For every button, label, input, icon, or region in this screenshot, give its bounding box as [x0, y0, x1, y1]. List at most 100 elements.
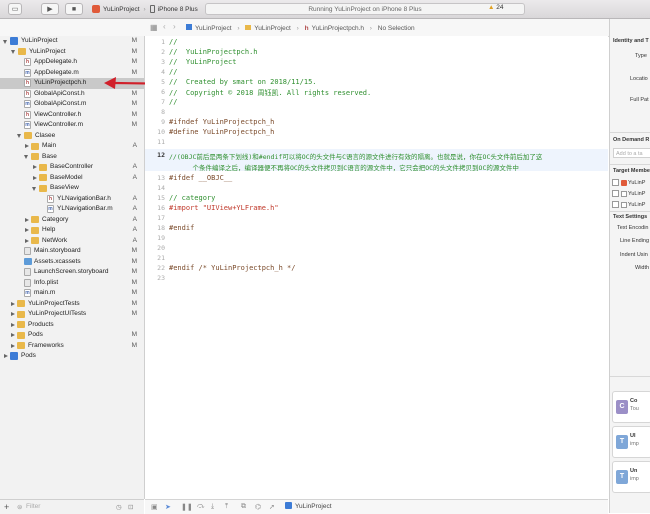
disclosure-closed-icon[interactable] [11, 322, 15, 327]
disclosure-closed-icon[interactable] [11, 343, 15, 348]
breakpoints-toggle-icon[interactable]: ➤ [165, 503, 171, 511]
code-line-wrapped: 个条件编译之后，编译器便不再将OC的头文件拷贝到C语言的源文件中，它只会把OC的… [169, 164, 519, 172]
hide-debug-area-icon[interactable]: ▣ [151, 503, 158, 511]
library-item[interactable]: T Un imp [612, 461, 650, 493]
line-number: 22 [157, 264, 165, 272]
nav-row-label: YLNavigationBar.h [57, 194, 111, 202]
stop-button[interactable]: ■ [65, 3, 83, 15]
checkbox[interactable] [612, 190, 619, 197]
nav-row-group[interactable]: Main A [0, 141, 144, 152]
nav-row-file[interactable]: m ViewController.m M [0, 120, 144, 131]
nav-row-group[interactable]: Category A [0, 215, 144, 226]
scm-filter-icon[interactable]: ⊡ [128, 503, 133, 511]
disclosure-closed-icon[interactable] [11, 312, 15, 316]
nav-row-file[interactable]: h ViewController.h M [0, 110, 144, 121]
app-target-icon [620, 179, 627, 186]
target-row[interactable]: YuLinP [612, 190, 645, 197]
breadcrumb-file[interactable]: YuLinProjectpch.h [312, 25, 364, 32]
breadcrumb-symbol[interactable]: No Selection [378, 25, 415, 32]
disclosure-closed-icon[interactable] [4, 354, 8, 358]
disclosure-closed-icon[interactable] [33, 165, 37, 169]
disclosure-open-icon[interactable] [17, 134, 21, 138]
disclosure-closed-icon[interactable] [25, 217, 29, 222]
chevron-right-icon: › [143, 5, 146, 13]
nav-row-label: ViewController.h [34, 110, 82, 118]
resource-tags-input[interactable]: Add to a ta [613, 148, 650, 158]
disclosure-closed-icon[interactable] [33, 175, 37, 180]
checkbox[interactable] [612, 201, 619, 208]
nav-row-file[interactable]: Main.storyboard M [0, 246, 144, 257]
back-icon[interactable]: ‹ [163, 22, 166, 31]
memory-graph-icon[interactable]: ⌬ [255, 503, 261, 511]
disclosure-open-icon[interactable] [11, 50, 15, 54]
library-item-icon: T [616, 470, 628, 484]
line-number-current: 12 [157, 151, 165, 159]
library-item[interactable]: C Co Tou [612, 391, 650, 423]
step-out-icon[interactable]: ⤒ [225, 503, 228, 511]
nav-row-file[interactable]: Info.plist M [0, 278, 144, 289]
nav-row-file[interactable]: m YLNavigationBar.m A [0, 204, 144, 215]
checkbox[interactable] [612, 179, 619, 186]
target-row[interactable]: YuLinP [612, 201, 645, 208]
nav-row-file[interactable]: h AppDelegate.h M [0, 57, 144, 68]
code-line: // YuLinProjectpch.h [169, 48, 258, 56]
disclosure-open-icon[interactable] [3, 39, 7, 44]
view-debugger-icon[interactable]: ⧉ [241, 503, 246, 511]
nav-row-group[interactable]: Base [0, 152, 144, 163]
nav-row-group[interactable]: Frameworks M [0, 341, 144, 352]
run-button[interactable]: ▶ [41, 3, 59, 15]
nav-row-file[interactable]: LaunchScreen.storyboard M [0, 267, 144, 278]
breadcrumb-project[interactable]: YuLinProject [195, 25, 232, 32]
nav-row-file[interactable]: m GlobalApiConst.m M [0, 99, 144, 110]
grid-icon[interactable]: ▦ [150, 23, 158, 32]
forward-icon[interactable]: › [173, 22, 176, 31]
breadcrumb-group[interactable]: YuLinProject [254, 25, 291, 32]
nav-row-group[interactable]: Pods M [0, 330, 144, 341]
nav-row-group[interactable]: BaseView [0, 183, 144, 194]
scm-badge: M [131, 247, 137, 254]
disclosure-closed-icon[interactable] [25, 238, 29, 243]
nav-row-group[interactable]: BaseModel A [0, 173, 144, 184]
target-name: YuLinP [627, 190, 646, 197]
add-icon[interactable]: + [4, 502, 9, 512]
nav-row-file[interactable]: h YLNavigationBar.h A [0, 194, 144, 205]
disclosure-closed-icon[interactable] [11, 301, 15, 306]
filter-input[interactable]: Filter [26, 503, 40, 510]
disclosure-closed-icon[interactable] [11, 333, 15, 337]
disclosure-closed-icon[interactable] [25, 144, 29, 148]
location-icon[interactable]: ➚ [269, 503, 275, 511]
nav-row-label: Assets.xcassets [34, 257, 81, 265]
source-editor[interactable]: 1 // 2 // YuLinProjectpch.h 3 // YuLinPr… [145, 36, 608, 499]
nav-row-project-pods[interactable]: Pods [0, 351, 144, 362]
debug-target-label[interactable]: YuLinProject [295, 503, 332, 510]
nav-row-group[interactable]: BaseController A [0, 162, 144, 173]
disclosure-open-icon[interactable] [24, 155, 28, 159]
nav-row-group[interactable]: YuLinProjectTests M [0, 299, 144, 310]
scm-badge: A [132, 226, 137, 233]
target-row[interactable]: YuLinP [612, 179, 645, 186]
nav-row-file[interactable]: m main.m M [0, 288, 144, 299]
nav-row-group[interactable]: Help A [0, 225, 144, 236]
nav-row-group[interactable]: Products [0, 320, 144, 331]
assets-icon [24, 258, 32, 265]
nav-row-project-root[interactable]: YuLinProject M [0, 36, 144, 47]
step-over-icon[interactable]: ⤼ [197, 503, 204, 511]
recent-files-icon[interactable]: ◷ [116, 503, 122, 511]
step-in-icon[interactable]: ⤓ [211, 503, 214, 511]
disclosure-open-icon[interactable] [32, 186, 36, 191]
pause-icon[interactable]: ❚❚ [181, 503, 193, 511]
library-item[interactable]: T UI imp [612, 426, 650, 458]
nav-row-group[interactable]: NetWork A [0, 236, 144, 247]
source-file-icon: m [24, 289, 31, 297]
code-line: // category [169, 194, 216, 202]
nav-row-file[interactable]: Assets.xcassets M [0, 257, 144, 268]
nav-row-group[interactable]: Clasee [0, 131, 144, 142]
nav-row-group[interactable]: YuLinProjectUITests M [0, 309, 144, 320]
scheme-selector[interactable]: YuLinProject › iPhone 8 Plus [92, 3, 198, 15]
folder-icon [17, 300, 25, 307]
warning-badge[interactable]: ▲ 24 [488, 4, 503, 11]
nav-row-group[interactable]: YuLinProject M [0, 47, 144, 58]
status-text: Running YuLinProject on iPhone 8 Plus [308, 6, 422, 13]
sidebar-toggle-icon[interactable]: ▭ [8, 3, 22, 15]
disclosure-closed-icon[interactable] [25, 228, 29, 232]
